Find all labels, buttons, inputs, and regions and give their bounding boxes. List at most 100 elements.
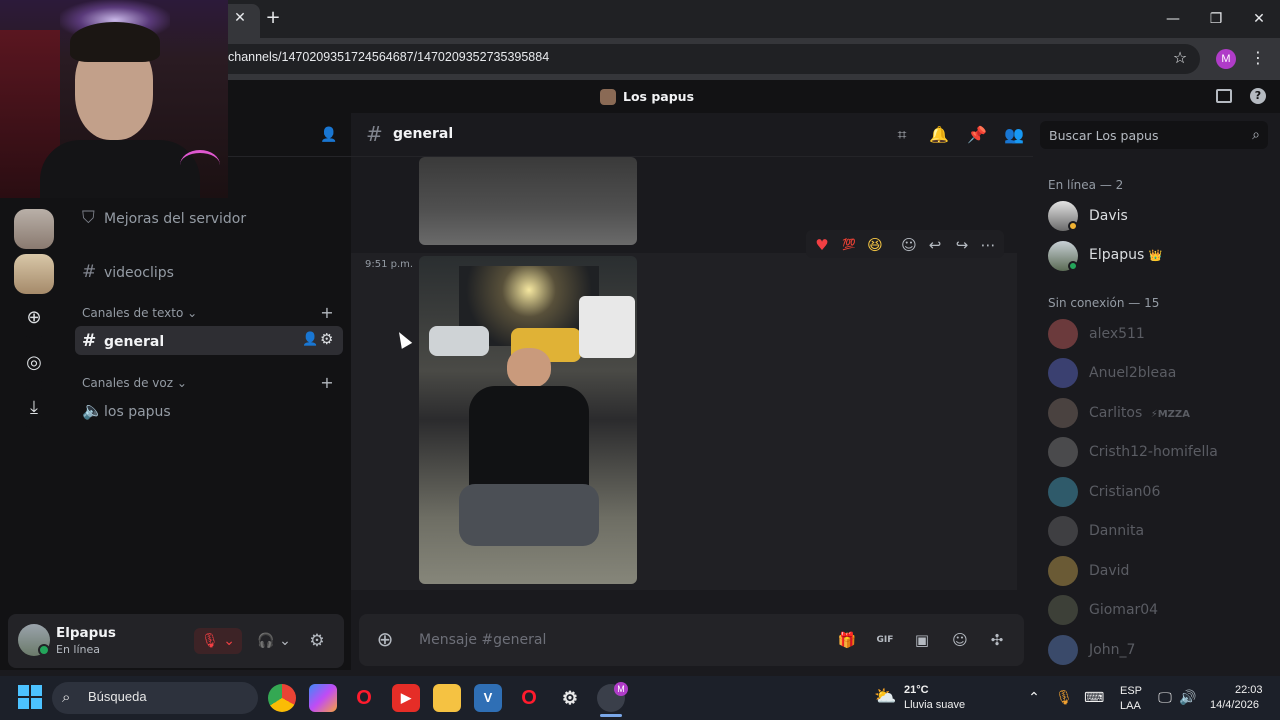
channel-settings-icon[interactable]: ⚙ <box>320 330 333 348</box>
webcam-hair <box>70 22 160 62</box>
taskbar-search[interactable] <box>52 682 258 714</box>
help-icon[interactable]: ? <box>1250 88 1266 104</box>
inbox-icon[interactable] <box>1216 89 1232 103</box>
attachment-image[interactable] <box>419 157 637 245</box>
threads-icon[interactable]: ⌗ <box>891 124 913 146</box>
member-name[interactable]: Cristh12-homifella <box>1089 444 1218 460</box>
copilot-taskbar-icon[interactable] <box>309 684 337 712</box>
text-channels-category[interactable]: Canales de texto ⌄ <box>82 306 197 320</box>
member-list-icon[interactable]: 👥 <box>1003 124 1025 146</box>
avatar[interactable] <box>1048 319 1078 349</box>
file-explorer-taskbar-icon[interactable] <box>433 684 461 712</box>
member-name[interactable]: Davis <box>1089 208 1128 224</box>
notification-bell-icon[interactable]: 🔔 <box>928 124 950 146</box>
hash-icon: # <box>82 262 97 282</box>
v-app-taskbar-icon[interactable]: V <box>474 684 502 712</box>
new-tab-button[interactable]: + <box>264 8 282 28</box>
create-text-channel-icon[interactable]: + <box>320 303 334 322</box>
microphone-icon[interactable]: 🎙 <box>1054 688 1074 708</box>
gift-icon[interactable]: 🎁 <box>836 629 858 651</box>
language-top[interactable]: ESP <box>1120 685 1142 697</box>
search-icon: ⌕ <box>62 688 71 706</box>
app-taskbar-icon[interactable]: ⚙ <box>556 684 584 712</box>
member-name[interactable]: Elpapus 👑 <box>1089 247 1162 263</box>
language-bottom[interactable]: LAA <box>1120 700 1141 712</box>
member-name[interactable]: Giomar04 <box>1089 602 1158 618</box>
opera-taskbar-icon[interactable]: O <box>350 684 378 712</box>
avatar[interactable] <box>1048 595 1078 625</box>
server-icon[interactable] <box>14 209 54 249</box>
hundred-reaction-icon[interactable]: 💯 <box>838 234 860 256</box>
avatar[interactable] <box>1048 437 1078 467</box>
avatar[interactable] <box>1048 398 1078 428</box>
weather-desc[interactable]: Lluvia suave <box>904 699 965 711</box>
create-invite-icon[interactable]: 👤 <box>302 332 318 347</box>
clock-time[interactable]: 22:03 <box>1235 684 1263 696</box>
image-car-shape <box>579 296 635 358</box>
member-name[interactable]: Cristian06 <box>1089 484 1160 500</box>
upload-plus-icon[interactable]: ⊕ <box>374 628 396 650</box>
heart-reaction-icon[interactable]: ♥ <box>811 234 833 256</box>
clock-date[interactable]: 14/4/2026 <box>1210 699 1259 711</box>
laugh-reaction-icon[interactable]: 😆 <box>864 234 886 256</box>
gif-icon[interactable]: GIF <box>874 629 896 651</box>
member-name[interactable]: Carlitos ⚡MZZA <box>1089 405 1190 421</box>
opera-gx-taskbar-icon[interactable]: O <box>515 684 543 712</box>
bookmark-star-icon[interactable]: ☆ <box>1170 48 1190 68</box>
profile-avatar[interactable]: M <box>1216 49 1236 69</box>
avatar[interactable] <box>1048 635 1078 665</box>
pin-icon[interactable]: 📌 <box>966 124 988 146</box>
member-name[interactable]: Dannita <box>1089 523 1144 539</box>
attachment-image[interactable] <box>419 256 637 584</box>
search-input[interactable]: Buscar Los papus <box>1049 128 1159 143</box>
keyboard-icon[interactable]: ⌨ <box>1084 688 1104 708</box>
avatar[interactable] <box>1048 477 1078 507</box>
create-voice-channel-icon[interactable]: + <box>320 373 334 392</box>
invite-people-icon[interactable]: 👤 <box>320 126 338 144</box>
add-reaction-icon[interactable]: ☺ <box>898 234 920 256</box>
close-window-button[interactable]: ✕ <box>1248 8 1270 30</box>
sticker-icon[interactable]: ▣ <box>911 629 933 651</box>
weather-icon[interactable]: ⛅ <box>874 686 896 707</box>
channel-videoclips[interactable]: # videoclips <box>82 262 174 282</box>
headset-icon[interactable]: 🎧 ⌄ <box>252 628 296 654</box>
browser-menu-icon[interactable]: ⋮ <box>1250 48 1266 68</box>
server-boost-item[interactable]: ⛉ Mejoras del servidor <box>82 208 246 228</box>
channel-general[interactable]: # general <box>82 331 164 351</box>
close-tab-icon[interactable]: ✕ <box>232 9 248 27</box>
search-icon[interactable]: ⌕ <box>1246 125 1266 145</box>
windows-start-icon[interactable] <box>18 685 42 709</box>
explore-compass-icon[interactable]: ◎ <box>14 343 54 383</box>
mute-mic-icon[interactable]: 🎙 ⌄ <box>194 628 242 654</box>
volume-icon[interactable]: 🔊 <box>1178 688 1198 708</box>
network-icon[interactable]: 🖵 <box>1155 688 1175 708</box>
voice-channel-los-papus[interactable]: 🔈los papus <box>82 401 171 421</box>
video-app-taskbar-icon[interactable]: ▶ <box>392 684 420 712</box>
add-server-icon[interactable]: ⊕ <box>14 298 54 338</box>
member-name[interactable]: David <box>1089 563 1129 579</box>
member-name[interactable]: John_7 <box>1089 642 1135 658</box>
server-icon[interactable] <box>14 254 54 294</box>
more-options-icon[interactable]: ⋯ <box>977 234 999 256</box>
message-input[interactable]: Mensaje #general <box>419 632 546 648</box>
member-name[interactable]: alex511 <box>1089 326 1145 342</box>
apps-icon[interactable]: ✣ <box>986 629 1008 651</box>
avatar[interactable] <box>1048 556 1078 586</box>
url-text[interactable]: channels/1470209351724564687/14702093527… <box>228 50 549 64</box>
minimize-button[interactable]: — <box>1162 8 1184 30</box>
forward-icon[interactable]: ↪ <box>951 234 973 256</box>
emoji-icon[interactable]: ☺ <box>949 629 971 651</box>
member-name[interactable]: Anuel2bleaa <box>1089 365 1176 381</box>
chevron-up-icon[interactable]: ⌃ <box>1024 688 1044 708</box>
clan-tag-text: MZZA <box>1157 409 1190 420</box>
avatar[interactable] <box>1048 516 1078 546</box>
username[interactable]: Elpapus <box>56 625 116 641</box>
reply-icon[interactable]: ↩ <box>924 234 946 256</box>
download-icon[interactable]: ⤓ <box>14 388 54 428</box>
voice-channels-category[interactable]: Canales de voz ⌄ <box>82 376 187 390</box>
chrome-taskbar-icon[interactable] <box>268 684 296 712</box>
weather-temp[interactable]: 21°C <box>904 684 929 696</box>
maximize-button[interactable]: ❐ <box>1205 8 1227 30</box>
user-settings-icon[interactable]: ⚙ <box>304 628 330 654</box>
avatar[interactable] <box>1048 358 1078 388</box>
